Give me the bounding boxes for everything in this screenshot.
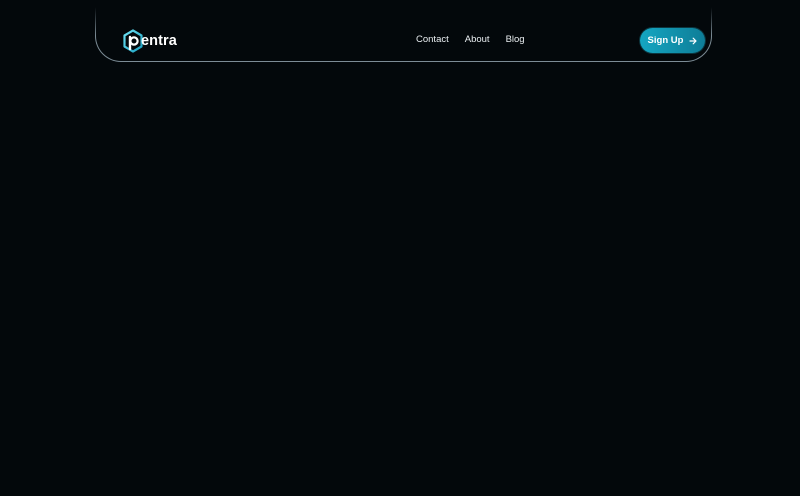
page: entra Contact About Blog Sign Up [0, 0, 800, 496]
nav-link-about[interactable]: About [465, 33, 490, 47]
sign-up-label: Sign Up [647, 35, 684, 46]
sign-up-button[interactable]: Sign Up [640, 28, 705, 53]
logo-link[interactable]: entra [122, 28, 177, 54]
nav-links: Contact About Blog [416, 33, 525, 47]
header-navbar: entra Contact About Blog Sign Up [94, 0, 713, 62]
arrow-right-icon [689, 37, 698, 44]
nav-link-contact[interactable]: Contact [416, 33, 449, 47]
brand-name: entra [141, 32, 177, 49]
nav-link-blog[interactable]: Blog [506, 33, 525, 47]
